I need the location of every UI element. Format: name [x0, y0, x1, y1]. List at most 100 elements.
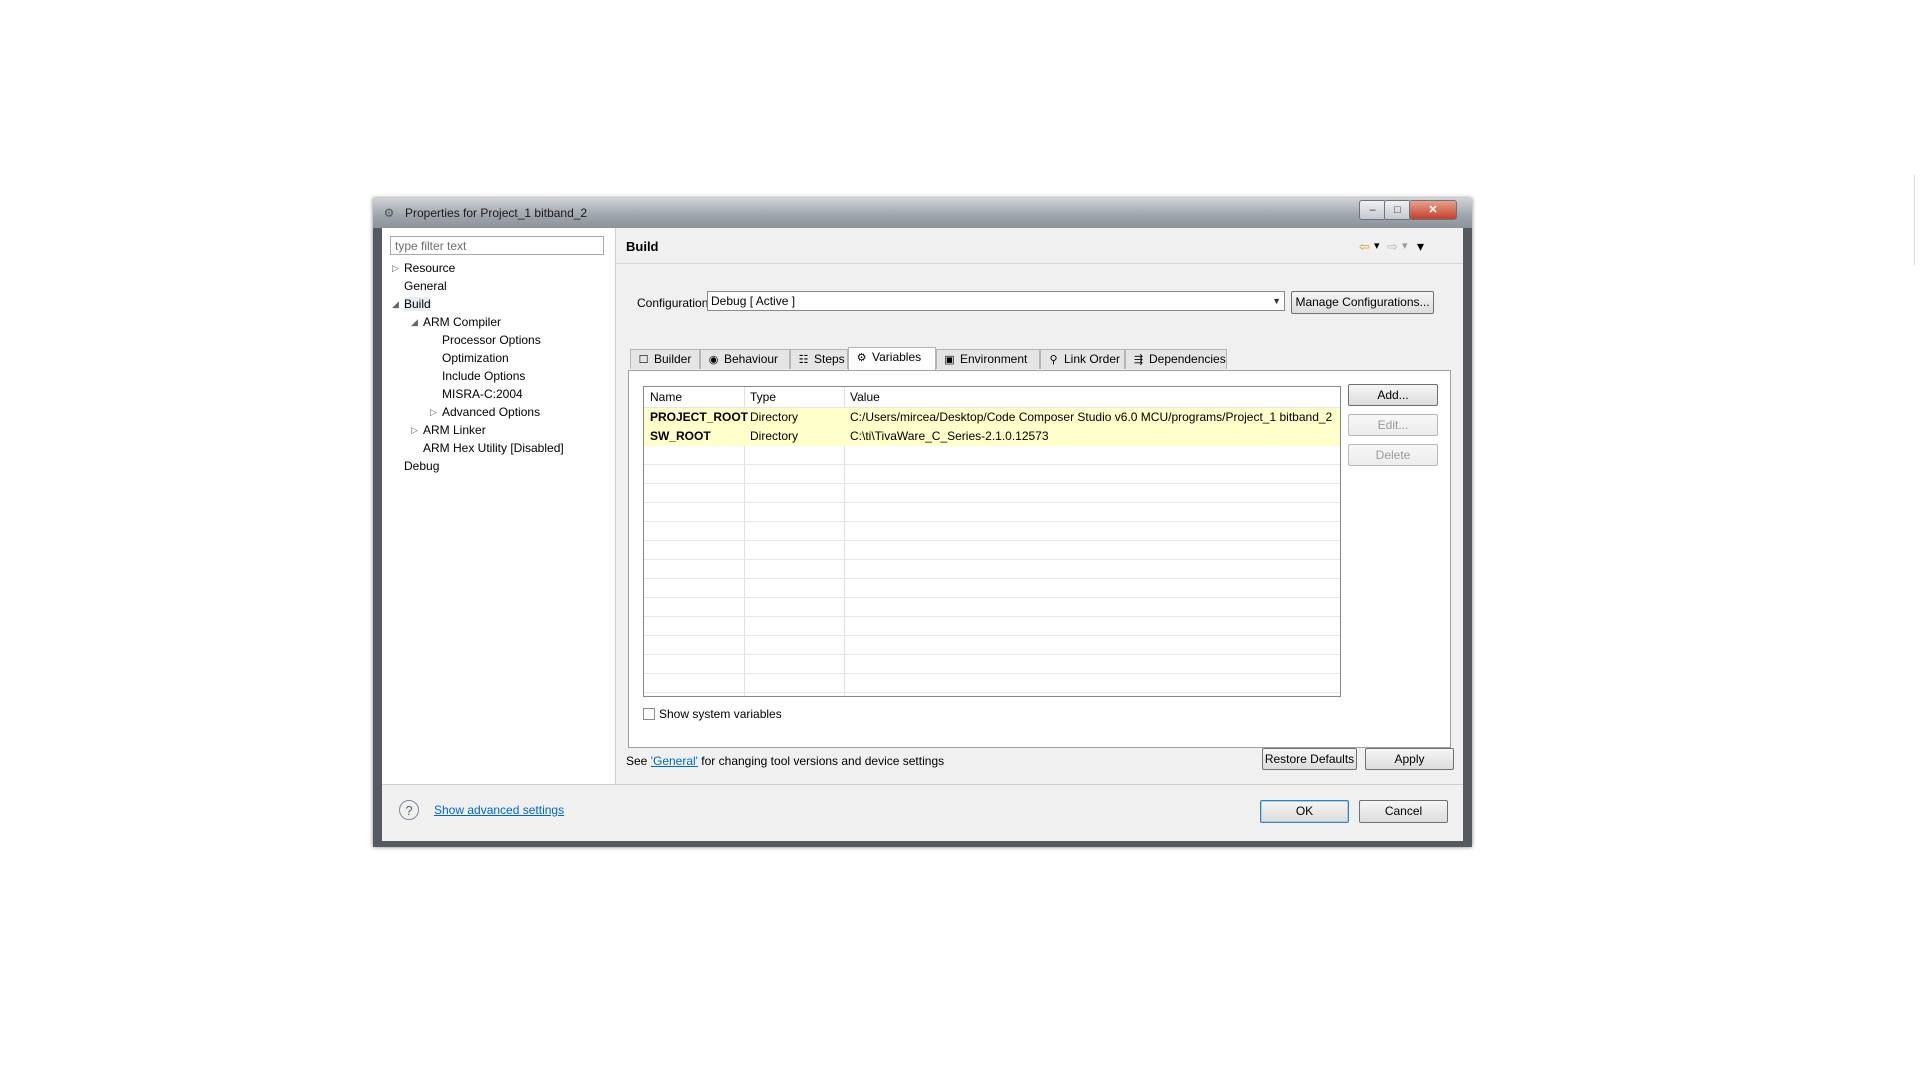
tree-item[interactable]: Include Options: [442, 369, 525, 383]
tree-toggle-icon[interactable]: ▷: [411, 423, 418, 437]
forward-arrow-icon[interactable]: ⇨: [1387, 240, 1398, 253]
show-advanced-settings-link[interactable]: Show advanced settings: [434, 803, 564, 817]
tree-item[interactable]: ARM Linker: [423, 423, 486, 437]
filter-input[interactable]: type filter text: [390, 236, 604, 255]
variables-panel: Name Type Value PROJECT_ROOT Directory C:/…: [628, 370, 1451, 748]
tab-steps[interactable]: ☷ Steps: [790, 349, 848, 369]
tree-item[interactable]: Resource: [404, 261, 455, 275]
see-general-text: See 'General' for changing tool versions…: [626, 754, 944, 768]
tab-label: Behaviour: [724, 352, 779, 366]
title-bar[interactable]: ⚙ Properties for Project_1 bitband_2 – □…: [373, 198, 1472, 228]
forward-menu-icon[interactable]: ▾: [1402, 240, 1408, 253]
row-divider: [644, 464, 1340, 465]
configuration-value: Debug [ Active ]: [711, 294, 796, 308]
tab-label: Builder: [654, 352, 692, 366]
behaviour-icon: ◉: [708, 354, 719, 366]
variables-table[interactable]: Name Type Value PROJECT_ROOT Directory C:/…: [643, 386, 1341, 697]
cell-type: Directory: [750, 429, 799, 443]
build-page: Build ⇦ ▾ ⇨ ▾ ▾ Configuration: Debug [ A…: [616, 228, 1463, 784]
tree-item[interactable]: Build: [404, 297, 431, 311]
dropdown-arrow-icon: ▼: [1272, 296, 1281, 306]
tab-environment[interactable]: ▣ Environment: [936, 349, 1040, 369]
add-button[interactable]: Add...: [1348, 384, 1438, 406]
column-header-value[interactable]: Value: [844, 387, 1340, 407]
cell-type: Directory: [750, 410, 799, 424]
tree-item[interactable]: General: [404, 279, 447, 293]
close-button[interactable]: ✕: [1409, 200, 1457, 220]
tree-item[interactable]: Debug: [404, 459, 439, 473]
back-menu-icon[interactable]: ▾: [1374, 240, 1380, 253]
column-header-type[interactable]: Type: [744, 387, 844, 407]
row-divider: [644, 559, 1340, 560]
row-divider: [644, 616, 1340, 617]
tab-variables[interactable]: ⚙ Variables: [848, 347, 936, 370]
tab-behaviour[interactable]: ◉ Behaviour: [700, 349, 790, 369]
tree-toggle-icon[interactable]: ▷: [430, 405, 437, 419]
tab-label: Steps: [814, 352, 845, 366]
cancel-button[interactable]: Cancel: [1359, 800, 1448, 823]
cell-name: PROJECT_ROOT: [650, 410, 749, 424]
row-divider: [644, 502, 1340, 503]
row-divider: [644, 673, 1340, 674]
edit-button[interactable]: Edit...: [1348, 414, 1438, 436]
link-order-icon: ⚲: [1049, 354, 1058, 366]
cell-value: C:/Users/mircea/Desktop/Code Composer St…: [850, 410, 1333, 424]
table-row[interactable]: SW_ROOT Directory C:\ti\TivaWare_C_Series-…: [644, 427, 1340, 446]
manage-configurations-button[interactable]: Manage Configurations...: [1291, 291, 1434, 314]
tree-item[interactable]: MISRA-C:2004: [442, 387, 523, 401]
row-divider: [644, 692, 1340, 693]
variables-icon: ⚙: [856, 352, 867, 364]
configuration-select[interactable]: Debug [ Active ] ▼: [707, 291, 1285, 311]
table-row[interactable]: PROJECT_ROOT Directory C:/Users/mircea/Des…: [644, 408, 1340, 427]
tab-dependencies[interactable]: ⇶ Dependencies: [1125, 349, 1227, 369]
restore-defaults-button[interactable]: Restore Defaults: [1262, 748, 1357, 770]
tree-item[interactable]: ARM Hex Utility [Disabled]: [423, 441, 564, 455]
see-suffix: for changing tool versions and device se…: [697, 754, 945, 768]
tree-item[interactable]: Processor Options: [442, 333, 541, 347]
back-arrow-icon[interactable]: ⇦: [1359, 240, 1370, 253]
row-divider: [644, 578, 1340, 579]
apply-button[interactable]: Apply: [1365, 748, 1454, 770]
delete-button[interactable]: Delete: [1348, 444, 1438, 466]
minimize-button[interactable]: –: [1359, 200, 1386, 220]
header-separator: [616, 263, 1463, 264]
tab-link-order[interactable]: ⚲ Link Order: [1040, 349, 1125, 369]
help-icon[interactable]: ?: [399, 800, 419, 820]
ok-button[interactable]: OK: [1260, 800, 1349, 823]
row-divider: [644, 597, 1340, 598]
dialog-button-bar: ? Show advanced settings OK Cancel: [382, 784, 1463, 841]
tab-label: Link Order: [1064, 352, 1121, 366]
cell-value: C:\ti\TivaWare_C_Series-2.1.0.12573: [850, 429, 1049, 443]
general-link[interactable]: 'General': [651, 754, 698, 768]
tree-toggle-icon[interactable]: ◢: [411, 315, 418, 329]
environment-icon: ▣: [944, 354, 955, 366]
row-divider: [644, 654, 1340, 655]
tree-toggle-icon[interactable]: ▷: [392, 261, 399, 275]
cell-name: SW_ROOT: [650, 429, 711, 443]
tab-label: Environment: [960, 352, 1028, 366]
window-title: Properties for Project_1 bitband_2: [405, 206, 588, 220]
show-system-variables-checkbox[interactable]: [643, 708, 655, 720]
row-divider: [644, 540, 1340, 541]
see-prefix: See: [626, 754, 651, 768]
tree-toggle-icon[interactable]: ◢: [392, 297, 399, 311]
row-divider: [644, 521, 1340, 522]
gear-icon: ⚙: [383, 206, 395, 220]
maximize-button[interactable]: □: [1384, 200, 1411, 220]
tree-item[interactable]: ARM Compiler: [423, 315, 501, 329]
tab-label: Variables: [872, 350, 922, 364]
tree-item[interactable]: Advanced Options: [442, 405, 540, 419]
row-divider: [644, 483, 1340, 484]
dependencies-icon: ⇶: [1133, 354, 1144, 366]
configuration-label: Configuration:: [637, 296, 712, 310]
page-title: Build: [626, 239, 659, 254]
builder-icon: ☐: [638, 354, 649, 366]
view-menu-icon[interactable]: ▾: [1417, 239, 1424, 253]
column-header-name[interactable]: Name: [644, 387, 744, 407]
row-divider: [644, 635, 1340, 636]
properties-dialog: ⚙ Properties for Project_1 bitband_2 – □…: [373, 198, 1472, 847]
tab-builder[interactable]: ☐ Builder: [630, 349, 700, 369]
dialog-client: type filter text ▷ Resource General ◢ Build ◢…: [382, 228, 1463, 841]
tree-item[interactable]: Optimization: [442, 351, 509, 365]
show-system-variables-label: Show system variables: [659, 707, 782, 721]
